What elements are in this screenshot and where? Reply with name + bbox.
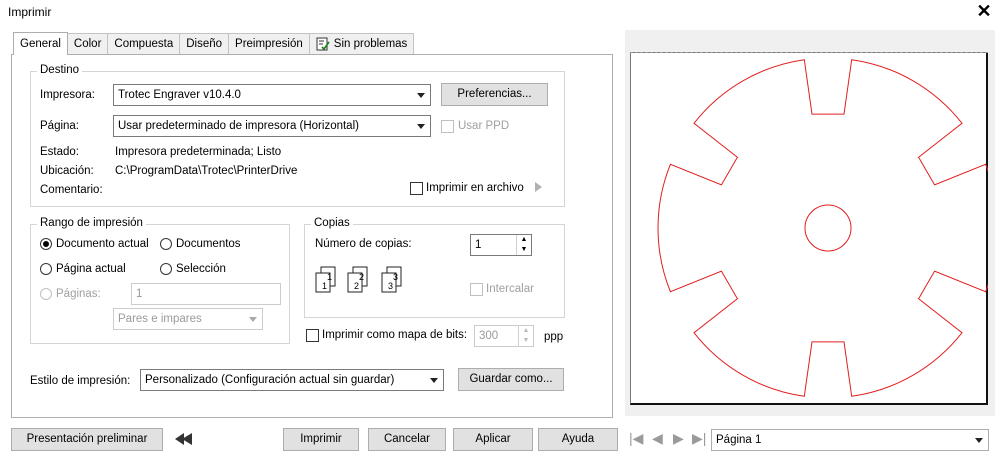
svg-text:3: 3 bbox=[388, 281, 393, 291]
pages-filter-value: Pares e impares bbox=[118, 313, 202, 325]
tab-label: Sin problemas bbox=[333, 38, 408, 50]
print-to-file-checkbox[interactable] bbox=[410, 182, 423, 195]
spinner-buttons[interactable]: ▲ ▼ bbox=[516, 235, 531, 255]
print-button[interactable]: Imprimir bbox=[283, 428, 359, 451]
use-ppd-label: Usar PPD bbox=[458, 120, 510, 132]
next-page-icon[interactable]: ▶ bbox=[673, 430, 684, 447]
location-label: Ubicación: bbox=[40, 165, 94, 177]
page-select-value: Usar predeterminado de impresora (Horizo… bbox=[118, 120, 359, 132]
svg-text:2: 2 bbox=[354, 281, 359, 291]
print-preview-button[interactable]: Presentación preliminar bbox=[11, 428, 163, 451]
window-title: Imprimir bbox=[8, 5, 52, 19]
location-value: C:\ProgramData\Trotec\PrinterDriver.S bbox=[115, 165, 298, 177]
spin-up-icon[interactable]: ▲ bbox=[517, 235, 531, 245]
svg-text:1: 1 bbox=[327, 272, 332, 282]
pages-filter-select[interactable]: Pares e impares bbox=[113, 308, 263, 330]
first-page-icon[interactable]: |◀ bbox=[629, 430, 643, 447]
chevron-down-icon bbox=[975, 438, 983, 443]
selection-label: Selección bbox=[176, 263, 226, 275]
pages-radio[interactable] bbox=[40, 288, 52, 300]
use-ppd-checkbox[interactable] bbox=[441, 120, 454, 133]
spin-down-icon[interactable]: ▼ bbox=[517, 245, 531, 255]
current-document-radio[interactable] bbox=[40, 238, 52, 250]
tab-general[interactable]: General bbox=[13, 32, 68, 55]
tab-color[interactable]: Color bbox=[66, 33, 109, 54]
svg-text:3: 3 bbox=[393, 272, 398, 282]
pages-label: Páginas: bbox=[56, 288, 101, 300]
svg-text:2: 2 bbox=[359, 272, 364, 282]
tab-label: Compuesta bbox=[114, 38, 174, 50]
bitmap-unit: ppp bbox=[544, 331, 564, 343]
chevron-down-icon bbox=[417, 124, 425, 129]
bitmap-label: Imprimir como mapa de bits: bbox=[322, 329, 468, 341]
current-page-radio[interactable] bbox=[40, 263, 52, 275]
preferences-button[interactable]: Preferencias... bbox=[441, 83, 548, 106]
printer-label: Impresora: bbox=[40, 89, 95, 101]
tab-preimpresion[interactable]: Preimpresión bbox=[228, 33, 310, 54]
page-label: Página: bbox=[40, 120, 80, 132]
tab-compuesta[interactable]: Compuesta bbox=[107, 33, 181, 54]
chevron-down-icon bbox=[417, 93, 425, 98]
bitmap-dpi-stepper[interactable]: 300 ▲ ▼ bbox=[474, 325, 534, 347]
preview-drawing[interactable] bbox=[630, 52, 988, 405]
print-to-file-label: Imprimir en archivo bbox=[426, 182, 524, 194]
tab-bar: General Color Compuesta Diseño Preimpres… bbox=[13, 32, 415, 55]
tab-label: Color bbox=[73, 38, 102, 50]
destino-group-label: Destino bbox=[37, 64, 82, 76]
print-style-select[interactable]: Personalizado (Configuración actual sin … bbox=[140, 369, 444, 391]
spin-up-icon[interactable]: ▲ bbox=[519, 326, 533, 336]
printer-select[interactable]: Trotec Engraver v10.4.0 bbox=[113, 84, 431, 106]
comment-label: Comentario: bbox=[40, 184, 103, 196]
status-value: Impresora predeterminada; Listo bbox=[115, 146, 282, 158]
printer-select-value: Trotec Engraver v10.4.0 bbox=[118, 89, 241, 101]
close-icon[interactable]: ✕ bbox=[974, 1, 994, 22]
checkmark-doc-icon bbox=[316, 37, 330, 51]
spinner-buttons[interactable]: ▲ ▼ bbox=[518, 326, 533, 346]
copies-group-label: Copias bbox=[311, 217, 353, 229]
page-navigator-value: Página 1 bbox=[716, 434, 762, 446]
last-page-icon[interactable]: ▶| bbox=[692, 430, 706, 447]
chevron-down-icon bbox=[430, 378, 438, 383]
copies-number-stepper[interactable]: 1 ▲ ▼ bbox=[470, 234, 532, 256]
print-range-group-label: Rango de impresión bbox=[37, 217, 146, 229]
bitmap-dpi-value: 300 bbox=[479, 330, 499, 342]
save-as-button[interactable]: Guardar como... bbox=[458, 368, 564, 391]
chevron-down-icon bbox=[249, 317, 257, 322]
copies-number-value: 1 bbox=[475, 239, 482, 251]
current-document-label: Documento actual bbox=[56, 238, 149, 250]
status-label: Estado: bbox=[40, 146, 79, 158]
page-select[interactable]: Usar predeterminado de impresora (Horizo… bbox=[113, 115, 431, 137]
current-page-label: Página actual bbox=[56, 263, 126, 275]
tab-sin-problemas[interactable]: Sin problemas bbox=[308, 33, 415, 54]
help-button[interactable]: Ayuda bbox=[538, 428, 618, 451]
collate-label: Intercalar bbox=[486, 283, 534, 295]
print-to-file-arrow-icon[interactable] bbox=[535, 182, 542, 192]
prev-page-icon[interactable]: ◀ bbox=[652, 430, 663, 447]
documents-label: Documentos bbox=[176, 238, 241, 250]
page-navigator-select[interactable]: Página 1 bbox=[711, 429, 989, 451]
apply-button[interactable]: Aplicar bbox=[453, 428, 533, 451]
tab-label: Diseño bbox=[186, 38, 223, 50]
tab-diseno[interactable]: Diseño bbox=[179, 33, 230, 54]
svg-text:1: 1 bbox=[322, 281, 327, 291]
print-style-label: Estilo de impresión: bbox=[30, 375, 131, 387]
tab-label: Preimpresión bbox=[235, 38, 303, 50]
selection-radio[interactable] bbox=[160, 263, 172, 275]
collate-checkbox[interactable] bbox=[470, 283, 483, 296]
tab-label: General bbox=[20, 38, 61, 50]
print-style-value: Personalizado (Configuración actual sin … bbox=[145, 374, 395, 386]
collapse-preview-icon[interactable] bbox=[174, 432, 194, 446]
spin-down-icon[interactable]: ▼ bbox=[519, 336, 533, 346]
bitmap-checkbox[interactable] bbox=[306, 329, 319, 342]
collate-pages-icon: 11 22 33 bbox=[315, 266, 402, 293]
documents-radio[interactable] bbox=[160, 238, 172, 250]
pages-input[interactable]: 1 bbox=[131, 283, 281, 305]
copies-number-label: Número de copias: bbox=[315, 238, 412, 250]
cancel-button[interactable]: Cancelar bbox=[368, 428, 446, 451]
